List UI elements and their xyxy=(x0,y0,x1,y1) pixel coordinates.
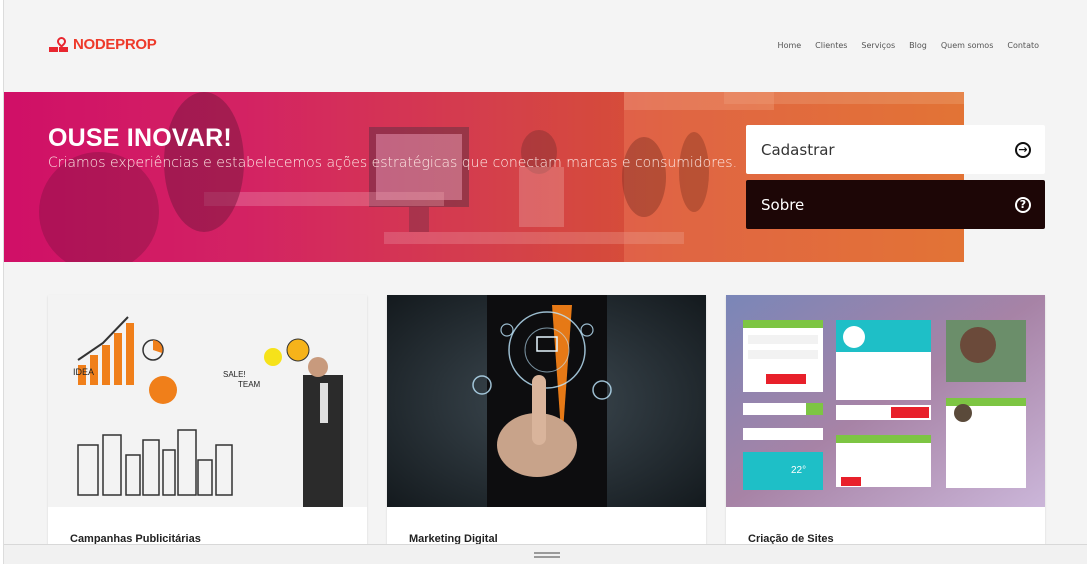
register-button[interactable]: Cadastrar → xyxy=(746,125,1045,174)
nav-blog[interactable]: Blog xyxy=(909,41,927,50)
nav-home[interactable]: Home xyxy=(778,41,802,50)
service-card-sites[interactable]: 22° Criação de Sites xyxy=(726,295,1045,544)
hero-banner: OUSE INOVAR! Criamos experiências e esta… xyxy=(4,92,964,262)
card-title: Criação de Sites xyxy=(748,533,834,544)
svg-text:TEAM: TEAM xyxy=(238,380,261,389)
hero-title: OUSE INOVAR! xyxy=(48,124,232,152)
about-label: Sobre xyxy=(761,195,805,214)
location-pin-icon xyxy=(49,34,69,53)
card-title: Campanhas Publicitárias xyxy=(70,533,201,544)
about-button[interactable]: Sobre ? xyxy=(746,180,1045,229)
advertising-campaign-image: IDEA SALE! TEAM xyxy=(48,295,367,507)
brand-logo[interactable]: NODEPROP xyxy=(49,34,157,53)
nav-quem-somos[interactable]: Quem somos xyxy=(941,41,994,50)
hero-subtitle: Criamos experiências e estabelecemos açõ… xyxy=(48,155,738,171)
card-title: Marketing Digital xyxy=(409,533,498,544)
service-card-campanhas[interactable]: IDEA SALE! TEAM Campanhas Publicitárias xyxy=(48,295,367,544)
arrow-right-circle-icon: → xyxy=(1015,141,1031,158)
question-circle-icon: ? xyxy=(1015,196,1031,213)
nav-clientes[interactable]: Clientes xyxy=(815,41,847,50)
svg-text:SALE!: SALE! xyxy=(223,370,246,379)
service-card-marketing[interactable]: Marketing Digital xyxy=(387,295,706,544)
main-nav: Home Clientes Serviços Blog Quem somos C… xyxy=(778,41,1039,50)
hero-office-photo xyxy=(4,92,964,262)
svg-text:IDEA: IDEA xyxy=(73,367,94,377)
page: NODEPROP Home Clientes Serviços Blog Que… xyxy=(4,0,1087,544)
brand-name: NODEPROP xyxy=(73,36,157,53)
nav-servicos[interactable]: Serviços xyxy=(861,41,895,50)
website-ui-kit-image: 22° xyxy=(726,295,1045,507)
svg-text:22°: 22° xyxy=(791,465,806,476)
resize-handle-bar[interactable] xyxy=(4,544,1087,564)
digital-marketing-image xyxy=(387,295,706,507)
nav-contato[interactable]: Contato xyxy=(1007,41,1039,50)
drag-handle-icon[interactable] xyxy=(534,552,560,558)
register-label: Cadastrar xyxy=(761,140,835,159)
